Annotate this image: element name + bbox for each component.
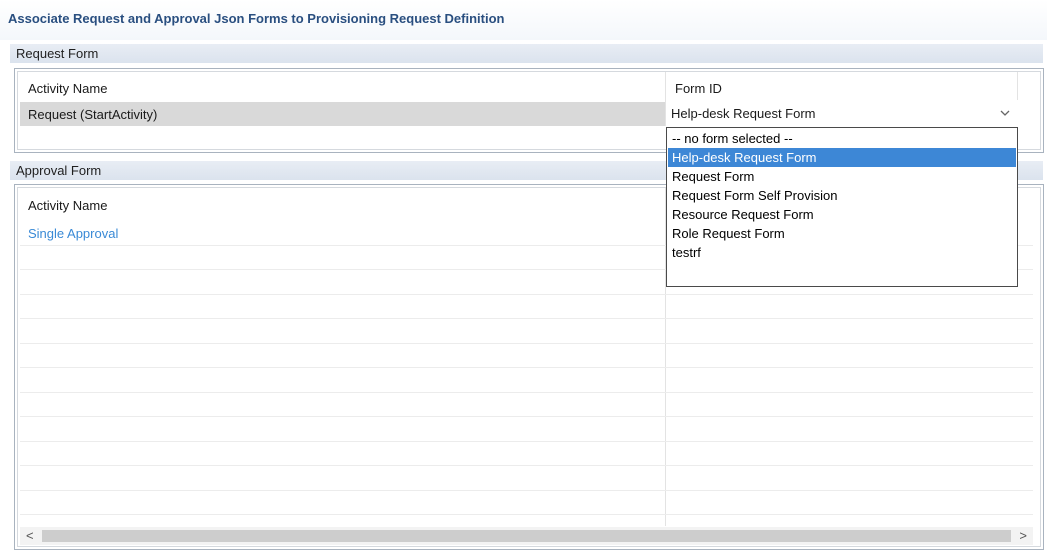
dropdown-option-helpdesk-request-form[interactable]: Help-desk Request Form bbox=[668, 148, 1016, 167]
request-activity-cell[interactable]: Request (StartActivity) bbox=[28, 107, 157, 122]
grid-line bbox=[20, 441, 1033, 442]
grid-line bbox=[20, 318, 1033, 319]
form-id-combo[interactable]: Help-desk Request Form bbox=[666, 101, 1018, 126]
scroll-right-arrow[interactable]: > bbox=[1019, 529, 1027, 542]
form-id-dropdown-list[interactable]: -- no form selected -- Help-desk Request… bbox=[666, 127, 1018, 287]
dropdown-option-request-form[interactable]: Request Form bbox=[668, 167, 1016, 186]
request-column-separator-right bbox=[1017, 72, 1018, 100]
grid-line bbox=[20, 514, 1033, 515]
scroll-left-arrow[interactable]: < bbox=[26, 529, 34, 542]
request-form-section-header[interactable]: Request Form bbox=[10, 43, 1043, 63]
grid-line bbox=[20, 490, 1033, 491]
approval-activity-column-header[interactable]: Activity Name bbox=[28, 198, 107, 213]
approval-activity-cell[interactable]: Single Approval bbox=[28, 226, 118, 241]
request-form-label: Request Form bbox=[16, 46, 99, 61]
grid-line bbox=[20, 392, 1033, 393]
dropdown-option-none[interactable]: -- no form selected -- bbox=[668, 129, 1016, 148]
dropdown-option-request-form-self-provision[interactable]: Request Form Self Provision bbox=[668, 186, 1016, 205]
approval-form-label: Approval Form bbox=[16, 163, 102, 178]
dropdown-option-resource-request-form[interactable]: Resource Request Form bbox=[668, 205, 1016, 224]
form-id-combo-value: Help-desk Request Form bbox=[671, 106, 816, 121]
grid-line bbox=[20, 367, 1033, 368]
title-bar: Associate Request and Approval Json Form… bbox=[0, 0, 1047, 40]
chevron-down-icon[interactable] bbox=[1000, 108, 1010, 118]
horizontal-scrollbar[interactable]: < > bbox=[20, 527, 1033, 545]
request-formid-column-header[interactable]: Form ID bbox=[675, 81, 722, 96]
grid-line bbox=[20, 465, 1033, 466]
grid-line bbox=[20, 343, 1033, 344]
dropdown-option-testrf[interactable]: testrf bbox=[668, 243, 1016, 262]
grid-line bbox=[20, 294, 1033, 295]
scrollbar-thumb[interactable] bbox=[42, 530, 1011, 542]
request-activity-column-header[interactable]: Activity Name bbox=[28, 81, 107, 96]
dropdown-option-role-request-form[interactable]: Role Request Form bbox=[668, 224, 1016, 243]
grid-line bbox=[20, 416, 1033, 417]
page-title: Associate Request and Approval Json Form… bbox=[8, 11, 505, 26]
